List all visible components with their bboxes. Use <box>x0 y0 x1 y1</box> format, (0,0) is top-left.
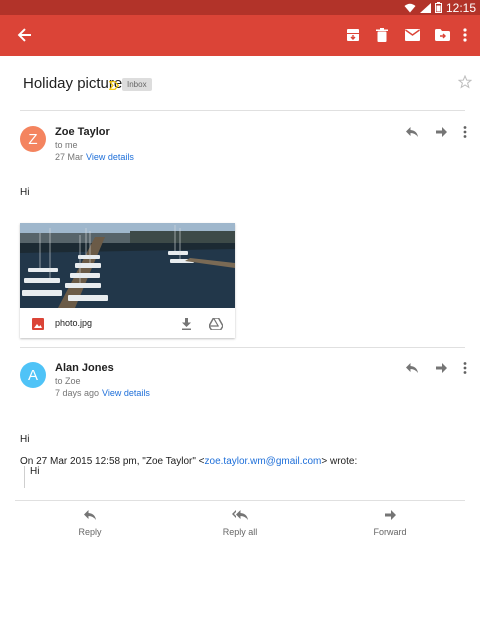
sender-name: Alan Jones <box>55 362 114 374</box>
delete-button[interactable] <box>370 23 394 47</box>
forward-icon <box>435 127 447 137</box>
forward-button[interactable] <box>433 360 449 376</box>
message-body: Hi <box>20 434 30 445</box>
important-icon[interactable] <box>108 77 120 95</box>
more-options-button[interactable] <box>453 23 477 47</box>
message-date-line: 7 days ago View details <box>55 388 150 398</box>
view-details-link[interactable]: View details <box>86 152 134 162</box>
bottom-reply-button[interactable]: Reply <box>45 510 135 537</box>
email-subject: Holiday picture <box>23 75 123 92</box>
bottom-reply-all-button[interactable]: Reply all <box>195 510 285 537</box>
more-vert-icon <box>463 28 467 42</box>
message-date: 27 Mar <box>55 152 84 162</box>
sender-name: Zoe Taylor <box>55 126 110 138</box>
move-to-folder-icon <box>434 29 450 41</box>
reply-icon <box>406 363 418 373</box>
attachment-file-name: photo.jpg <box>55 318 93 328</box>
message-date: 7 days ago <box>55 388 100 398</box>
move-to-button[interactable] <box>430 23 454 47</box>
quote-header-prefix: On 27 Mar 2015 12:58 pm, "Zoe Taylor" < <box>20 456 205 467</box>
more-vert-icon <box>463 126 467 138</box>
mark-unread-button[interactable] <box>400 23 424 47</box>
trash-icon <box>376 28 388 42</box>
arrow-back-icon <box>17 28 31 42</box>
message-more-button[interactable] <box>457 360 473 376</box>
attachment-thumbnail[interactable] <box>20 223 235 308</box>
inbox-label[interactable]: Inbox <box>122 78 152 91</box>
message-date-line: 27 Mar View details <box>55 152 134 162</box>
attachment-card[interactable]: photo.jpg <box>20 223 235 338</box>
sender-avatar[interactable]: Z <box>20 126 46 152</box>
divider <box>20 110 465 111</box>
forward-icon <box>345 510 435 524</box>
back-button[interactable] <box>13 23 37 47</box>
quoted-body: Hi <box>30 466 40 477</box>
signal-icon <box>419 2 431 13</box>
forward-label: Forward <box>373 527 407 537</box>
toolbar <box>0 15 480 56</box>
divider <box>20 347 465 348</box>
view-details-link[interactable]: View details <box>102 388 150 398</box>
mail-icon <box>404 29 420 41</box>
sender-avatar[interactable]: A <box>20 362 46 388</box>
reply-all-icon <box>195 510 285 524</box>
message-more-button[interactable] <box>457 124 473 140</box>
quote-header: On 27 Mar 2015 12:58 pm, "Zoe Taylor" <z… <box>20 456 357 467</box>
reply-all-label: Reply all <box>222 527 258 537</box>
quoted-text: Hi <box>24 466 39 488</box>
drive-icon <box>208 317 224 331</box>
recipient-line: to Zoe <box>55 376 81 386</box>
save-to-drive-button[interactable] <box>208 317 224 335</box>
status-time: 12:15 <box>445 0 476 15</box>
wifi-icon <box>404 3 416 13</box>
reply-icon <box>45 510 135 524</box>
attachment-bar: photo.jpg <box>20 308 235 338</box>
forward-icon <box>435 363 447 373</box>
download-button[interactable] <box>181 317 192 335</box>
divider <box>15 500 465 501</box>
quote-email-link[interactable]: zoe.taylor.wm@gmail.com <box>205 456 322 467</box>
reply-button[interactable] <box>404 124 420 140</box>
image-file-icon <box>32 317 44 335</box>
forward-button[interactable] <box>433 124 449 140</box>
recipient-line: to me <box>55 140 78 150</box>
star-icon[interactable] <box>457 74 473 94</box>
status-bar: 12:15 <box>0 0 480 15</box>
reply-label: Reply <box>78 527 102 537</box>
download-icon <box>182 318 191 330</box>
reply-icon <box>406 127 418 137</box>
archive-icon <box>347 29 359 41</box>
subject-row: Holiday picture Inbox <box>0 56 480 110</box>
quote-header-suffix: > wrote: <box>321 456 358 467</box>
battery-icon <box>434 2 442 13</box>
bottom-forward-button[interactable]: Forward <box>345 510 435 537</box>
reply-button[interactable] <box>404 360 420 376</box>
more-vert-icon <box>463 362 467 374</box>
message-body: Hi <box>20 187 30 198</box>
archive-button[interactable] <box>341 23 365 47</box>
